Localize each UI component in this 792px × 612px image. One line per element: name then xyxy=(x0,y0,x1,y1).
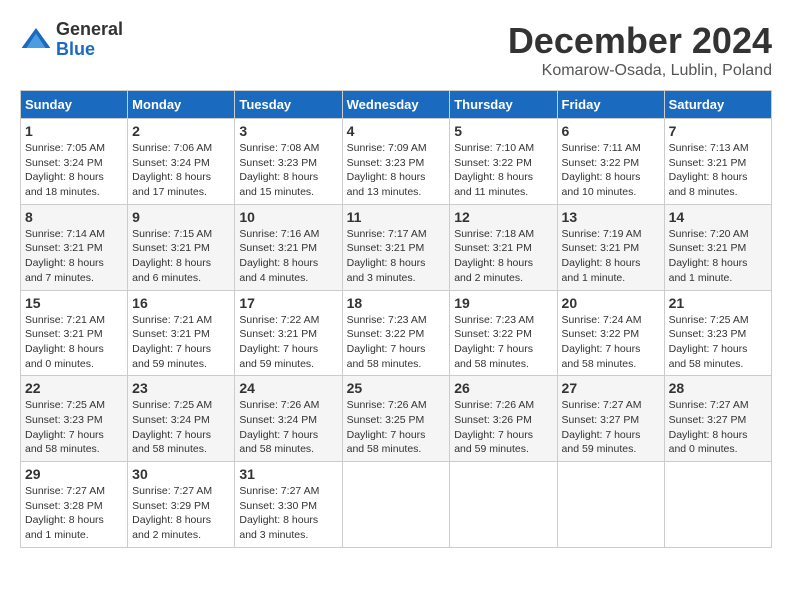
table-row: 13Sunrise: 7:19 AMSunset: 3:21 PMDayligh… xyxy=(557,204,664,290)
table-row: 28Sunrise: 7:27 AMSunset: 3:27 PMDayligh… xyxy=(664,376,771,462)
calendar-week-3: 15Sunrise: 7:21 AMSunset: 3:21 PMDayligh… xyxy=(21,290,772,376)
col-thursday: Thursday xyxy=(450,91,557,119)
page-header: General Blue December 2024 Komarow-Osada… xyxy=(20,20,772,80)
table-row: 15Sunrise: 7:21 AMSunset: 3:21 PMDayligh… xyxy=(21,290,128,376)
table-row: 1Sunrise: 7:05 AMSunset: 3:24 PMDaylight… xyxy=(21,119,128,205)
table-row xyxy=(342,462,450,548)
table-row: 3Sunrise: 7:08 AMSunset: 3:23 PMDaylight… xyxy=(235,119,342,205)
calendar-header-row: Sunday Monday Tuesday Wednesday Thursday… xyxy=(21,91,772,119)
table-row: 23Sunrise: 7:25 AMSunset: 3:24 PMDayligh… xyxy=(128,376,235,462)
table-row: 22Sunrise: 7:25 AMSunset: 3:23 PMDayligh… xyxy=(21,376,128,462)
table-row xyxy=(557,462,664,548)
table-row: 18Sunrise: 7:23 AMSunset: 3:22 PMDayligh… xyxy=(342,290,450,376)
calendar-table: Sunday Monday Tuesday Wednesday Thursday… xyxy=(20,90,772,548)
logo: General Blue xyxy=(20,20,123,60)
month-title: December 2024 xyxy=(508,20,772,62)
table-row: 31Sunrise: 7:27 AMSunset: 3:30 PMDayligh… xyxy=(235,462,342,548)
table-row: 30Sunrise: 7:27 AMSunset: 3:29 PMDayligh… xyxy=(128,462,235,548)
table-row: 4Sunrise: 7:09 AMSunset: 3:23 PMDaylight… xyxy=(342,119,450,205)
table-row: 12Sunrise: 7:18 AMSunset: 3:21 PMDayligh… xyxy=(450,204,557,290)
table-row: 25Sunrise: 7:26 AMSunset: 3:25 PMDayligh… xyxy=(342,376,450,462)
col-tuesday: Tuesday xyxy=(235,91,342,119)
table-row: 17Sunrise: 7:22 AMSunset: 3:21 PMDayligh… xyxy=(235,290,342,376)
calendar-week-4: 22Sunrise: 7:25 AMSunset: 3:23 PMDayligh… xyxy=(21,376,772,462)
table-row: 24Sunrise: 7:26 AMSunset: 3:24 PMDayligh… xyxy=(235,376,342,462)
table-row: 10Sunrise: 7:16 AMSunset: 3:21 PMDayligh… xyxy=(235,204,342,290)
calendar-week-1: 1Sunrise: 7:05 AMSunset: 3:24 PMDaylight… xyxy=(21,119,772,205)
table-row: 6Sunrise: 7:11 AMSunset: 3:22 PMDaylight… xyxy=(557,119,664,205)
title-block: December 2024 Komarow-Osada, Lublin, Pol… xyxy=(508,20,772,80)
col-wednesday: Wednesday xyxy=(342,91,450,119)
table-row: 11Sunrise: 7:17 AMSunset: 3:21 PMDayligh… xyxy=(342,204,450,290)
table-row xyxy=(450,462,557,548)
table-row: 5Sunrise: 7:10 AMSunset: 3:22 PMDaylight… xyxy=(450,119,557,205)
calendar-week-2: 8Sunrise: 7:14 AMSunset: 3:21 PMDaylight… xyxy=(21,204,772,290)
table-row: 27Sunrise: 7:27 AMSunset: 3:27 PMDayligh… xyxy=(557,376,664,462)
table-row: 14Sunrise: 7:20 AMSunset: 3:21 PMDayligh… xyxy=(664,204,771,290)
table-row: 21Sunrise: 7:25 AMSunset: 3:23 PMDayligh… xyxy=(664,290,771,376)
table-row: 20Sunrise: 7:24 AMSunset: 3:22 PMDayligh… xyxy=(557,290,664,376)
table-row: 8Sunrise: 7:14 AMSunset: 3:21 PMDaylight… xyxy=(21,204,128,290)
table-row: 9Sunrise: 7:15 AMSunset: 3:21 PMDaylight… xyxy=(128,204,235,290)
calendar-week-5: 29Sunrise: 7:27 AMSunset: 3:28 PMDayligh… xyxy=(21,462,772,548)
table-row: 19Sunrise: 7:23 AMSunset: 3:22 PMDayligh… xyxy=(450,290,557,376)
location: Komarow-Osada, Lublin, Poland xyxy=(508,62,772,80)
table-row: 29Sunrise: 7:27 AMSunset: 3:28 PMDayligh… xyxy=(21,462,128,548)
col-saturday: Saturday xyxy=(664,91,771,119)
col-sunday: Sunday xyxy=(21,91,128,119)
logo-text: General Blue xyxy=(56,20,123,60)
table-row: 7Sunrise: 7:13 AMSunset: 3:21 PMDaylight… xyxy=(664,119,771,205)
table-row: 2Sunrise: 7:06 AMSunset: 3:24 PMDaylight… xyxy=(128,119,235,205)
col-monday: Monday xyxy=(128,91,235,119)
col-friday: Friday xyxy=(557,91,664,119)
table-row: 26Sunrise: 7:26 AMSunset: 3:26 PMDayligh… xyxy=(450,376,557,462)
logo-icon xyxy=(20,24,52,56)
table-row: 16Sunrise: 7:21 AMSunset: 3:21 PMDayligh… xyxy=(128,290,235,376)
table-row xyxy=(664,462,771,548)
